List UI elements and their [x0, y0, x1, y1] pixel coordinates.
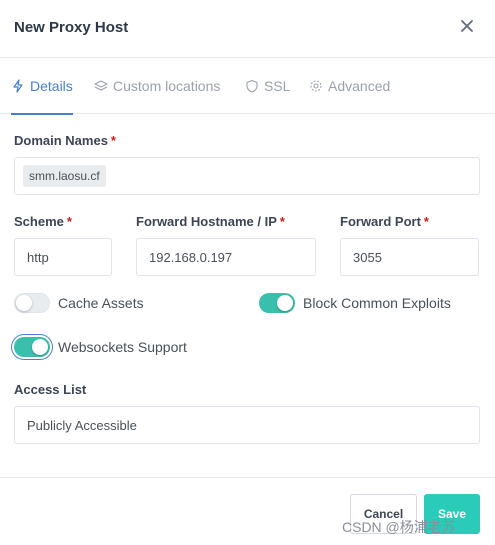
required-marker: *: [423, 214, 429, 229]
tab-ssl[interactable]: SSL: [245, 58, 290, 114]
required-marker: *: [279, 214, 285, 229]
access-list-value: Publicly Accessible: [27, 417, 137, 433]
modal-title: New Proxy Host: [14, 19, 129, 36]
forward-port-label: Forward Port *: [340, 214, 429, 229]
tab-advanced-label: Advanced: [328, 78, 391, 94]
toggle-knob: [32, 339, 48, 355]
proxy-host-modal: New Proxy Host Details Custom locations …: [0, 0, 495, 545]
cache-assets-toggle[interactable]: [14, 293, 50, 313]
forward-hostname-input[interactable]: 192.168.0.197: [136, 238, 316, 276]
tab-details[interactable]: Details: [11, 58, 73, 115]
tab-ssl-label: SSL: [264, 78, 291, 94]
scheme-input[interactable]: http: [14, 238, 112, 276]
websockets-support-label: Websockets Support: [58, 339, 187, 355]
forward-hostname-value: 192.168.0.197: [149, 249, 233, 265]
layers-icon: [94, 80, 108, 91]
tab-advanced[interactable]: Advanced: [309, 58, 390, 114]
block-common-exploits-label: Block Common Exploits: [303, 295, 451, 311]
domain-names-input[interactable]: smm.laosu.cf: [14, 157, 480, 195]
tab-bar: Details Custom locations SSL Advanced: [0, 58, 495, 115]
websockets-support-toggle[interactable]: [14, 337, 50, 357]
access-list-label: Access List: [14, 382, 87, 397]
bolt-icon: [13, 79, 23, 93]
close-icon[interactable]: [457, 16, 477, 36]
access-list-select[interactable]: Publicly Accessible: [14, 406, 480, 444]
shield-icon: [246, 79, 258, 93]
required-marker: *: [110, 133, 116, 148]
domain-chip[interactable]: smm.laosu.cf: [23, 165, 106, 187]
scheme-label: Scheme *: [14, 214, 72, 229]
block-common-exploits-toggle[interactable]: [259, 293, 295, 313]
toggle-knob: [277, 295, 293, 311]
tab-custom-locations-label: Custom locations: [113, 78, 221, 94]
toggle-knob: [16, 295, 32, 311]
modal-header: New Proxy Host: [0, 0, 495, 58]
gear-icon: [310, 80, 322, 92]
domain-names-label: Domain Names *: [14, 133, 116, 148]
forward-hostname-label: Forward Hostname / IP *: [136, 214, 285, 229]
required-marker: *: [66, 214, 72, 229]
scheme-value: http: [27, 249, 49, 265]
watermark: CSDN @杨浦老苏: [342, 519, 456, 535]
tab-custom-locations[interactable]: Custom locations: [94, 58, 220, 114]
cache-assets-label: Cache Assets: [58, 295, 144, 311]
forward-port-input[interactable]: 3055: [340, 238, 479, 276]
tab-details-label: Details: [30, 78, 73, 94]
forward-port-value: 3055: [353, 249, 382, 265]
